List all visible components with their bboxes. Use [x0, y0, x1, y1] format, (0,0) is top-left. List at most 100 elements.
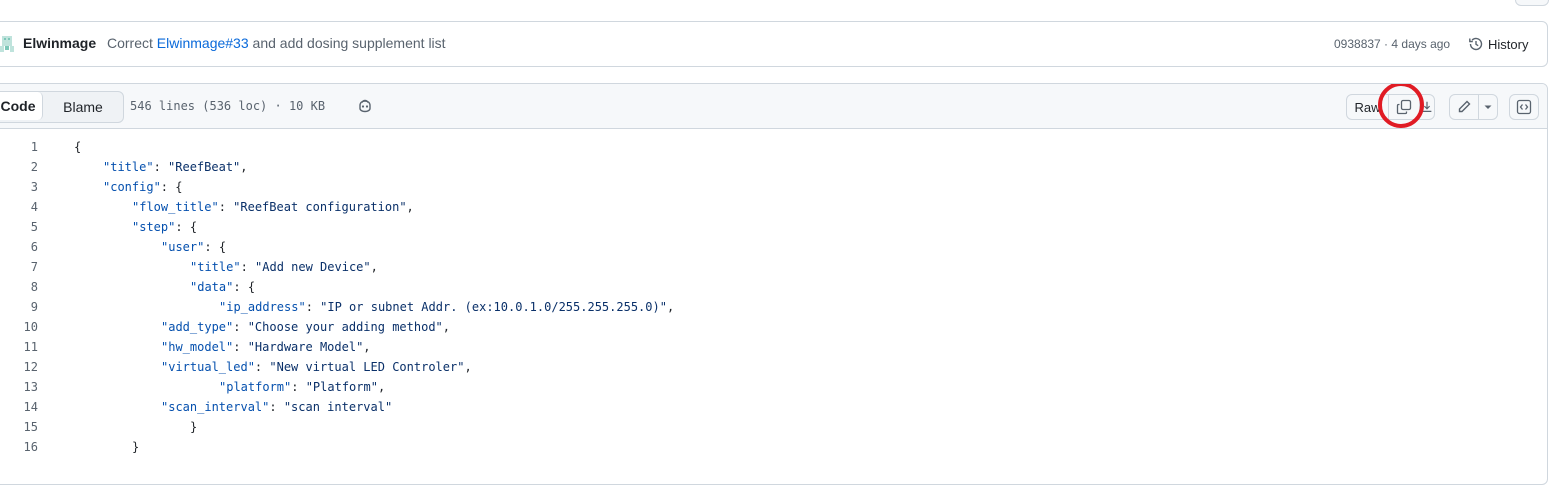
json-string-value: "Add new Device" [255, 260, 371, 274]
code-line: 10 "add_type": "Choose your adding method… [0, 317, 1547, 337]
edit-file-button[interactable] [1449, 94, 1479, 120]
line-number[interactable]: 14 [24, 397, 38, 417]
json-key: "user" [161, 240, 205, 254]
json-separator: : [160, 180, 176, 194]
commit-issue-link[interactable]: Elwinmage#33 [157, 35, 249, 51]
file-info: 546 lines (536 loc) · 10 KB [130, 99, 326, 113]
code-line: 1{ [0, 137, 1547, 157]
line-content: "platform": "Platform", [219, 377, 385, 397]
code-view: 1{2 "title": "ReefBeat", 3 "config": {4 "flo… [0, 137, 1547, 457]
json-separator: : [291, 380, 306, 394]
json-key: "flow_title" [132, 200, 219, 214]
json-key: "platform" [219, 380, 292, 394]
line-number[interactable]: 11 [24, 337, 38, 357]
download-button[interactable] [1419, 94, 1435, 120]
latest-commit-bar: Elwinmage Correct Elwinmage#33 and add d… [0, 21, 1548, 67]
code-line: 16} [0, 437, 1547, 457]
line-content: } [132, 437, 139, 457]
json-string-value: "ReefBeat" [168, 160, 241, 174]
line-number[interactable]: 5 [31, 217, 38, 237]
copilot-icon[interactable] [357, 98, 373, 114]
json-key: "step" [132, 220, 176, 234]
copy-raw-button[interactable] [1388, 94, 1420, 120]
line-content: "add_type": "Choose your adding method", [161, 317, 450, 337]
download-icon [1422, 101, 1432, 112]
json-key: "add_type" [161, 320, 234, 334]
commit-author[interactable]: Elwinmage [23, 35, 96, 51]
json-key: "title" [190, 260, 241, 274]
json-separator: : [175, 220, 190, 234]
json-punctuation: , [377, 380, 386, 394]
code-line: 7 "title": "Add new Device", [0, 257, 1547, 277]
json-punctuation: { [74, 140, 82, 154]
code-line: 3 "config": { [0, 177, 1547, 197]
symbols-panel-button[interactable] [1509, 94, 1539, 120]
code-line: 11 "hw_model": "Hardware Model", [0, 337, 1547, 357]
json-separator: : [233, 340, 248, 354]
edit-dropdown-button[interactable] [1478, 94, 1498, 120]
commit-message: Correct Elwinmage#33 and add dosing supp… [107, 35, 446, 51]
line-number[interactable]: 15 [24, 417, 38, 437]
json-punctuation: , [240, 160, 248, 174]
copy-icon [1396, 99, 1412, 115]
code-line: 15} [0, 417, 1547, 437]
tab-code[interactable]: Code [0, 92, 43, 120]
code-line: 13 "platform": "Platform", [0, 377, 1547, 397]
json-string-value: "Platform" [305, 380, 378, 394]
line-number[interactable]: 7 [31, 257, 38, 277]
line-number[interactable]: 1 [31, 137, 38, 157]
code-line: 14 "scan_interval": "scan interval" [0, 397, 1547, 417]
json-separator: : [233, 280, 248, 294]
line-number[interactable]: 13 [24, 377, 38, 397]
line-content: { [74, 137, 81, 157]
json-string-value: "Choose your adding method" [247, 320, 443, 334]
json-separator: : [240, 260, 256, 274]
file-view: Code Blame 546 lines (536 loc) · 10 KB R… [0, 83, 1548, 485]
code-line: 12 "virtual_led": "New virtual LED Contro… [0, 357, 1547, 377]
line-number[interactable]: 8 [31, 277, 38, 297]
line-number[interactable]: 6 [31, 237, 38, 257]
json-punctuation: , [464, 360, 472, 374]
code-line: 5 "step": { [0, 217, 1547, 237]
json-key: "scan_interval" [161, 400, 270, 414]
json-punctuation: , [363, 340, 371, 354]
line-content: "data": { [190, 277, 255, 297]
file-header: Code Blame 546 lines (536 loc) · 10 KB R… [0, 84, 1547, 129]
raw-button[interactable]: Raw [1346, 94, 1389, 120]
triangle-down-icon [1484, 105, 1492, 109]
history-label: History [1488, 36, 1529, 52]
json-separator: : [269, 400, 284, 414]
line-content: "step": { [132, 217, 197, 237]
json-separator: : [204, 240, 219, 254]
line-number[interactable]: 4 [31, 197, 38, 217]
json-string-value: "Hardware Model" [247, 340, 364, 354]
code-square-icon [1516, 99, 1532, 115]
line-number[interactable]: 10 [24, 317, 38, 337]
line-content: "ip_address": "IP or subnet Addr. (ex:10… [219, 297, 674, 317]
line-number[interactable]: 16 [24, 437, 38, 457]
tab-blame[interactable]: Blame [43, 92, 123, 122]
line-content: "scan_interval": "scan interval" [161, 397, 392, 417]
line-number[interactable]: 12 [24, 357, 38, 377]
json-punctuation: , [666, 300, 675, 314]
json-string-value: "scan interval" [283, 400, 393, 414]
avatar-icon[interactable] [0, 35, 15, 53]
json-key: "data" [190, 280, 234, 294]
json-separator: : [218, 200, 234, 214]
line-number[interactable]: 9 [31, 297, 38, 317]
commit-message-suffix[interactable]: and add dosing supplement list [253, 35, 446, 51]
line-content: "config": { [103, 177, 182, 197]
history-button[interactable]: History [1468, 34, 1528, 54]
line-content: "title": "ReefBeat", [103, 157, 248, 177]
line-number[interactable]: 3 [31, 177, 38, 197]
json-separator: : [254, 360, 270, 374]
line-content: "hw_model": "Hardware Model", [161, 337, 371, 357]
json-punctuation: } [190, 420, 198, 434]
code-line: 6 "user": { [0, 237, 1547, 257]
line-content: "virtual_led": "New virtual LED Controle… [161, 357, 472, 377]
line-content: "user": { [161, 237, 226, 257]
line-number[interactable]: 2 [31, 157, 38, 177]
json-key: "virtual_led" [161, 360, 255, 374]
commit-sha-time[interactable]: 0938837 · 4 days ago [1334, 37, 1450, 51]
json-separator: : [233, 320, 248, 334]
